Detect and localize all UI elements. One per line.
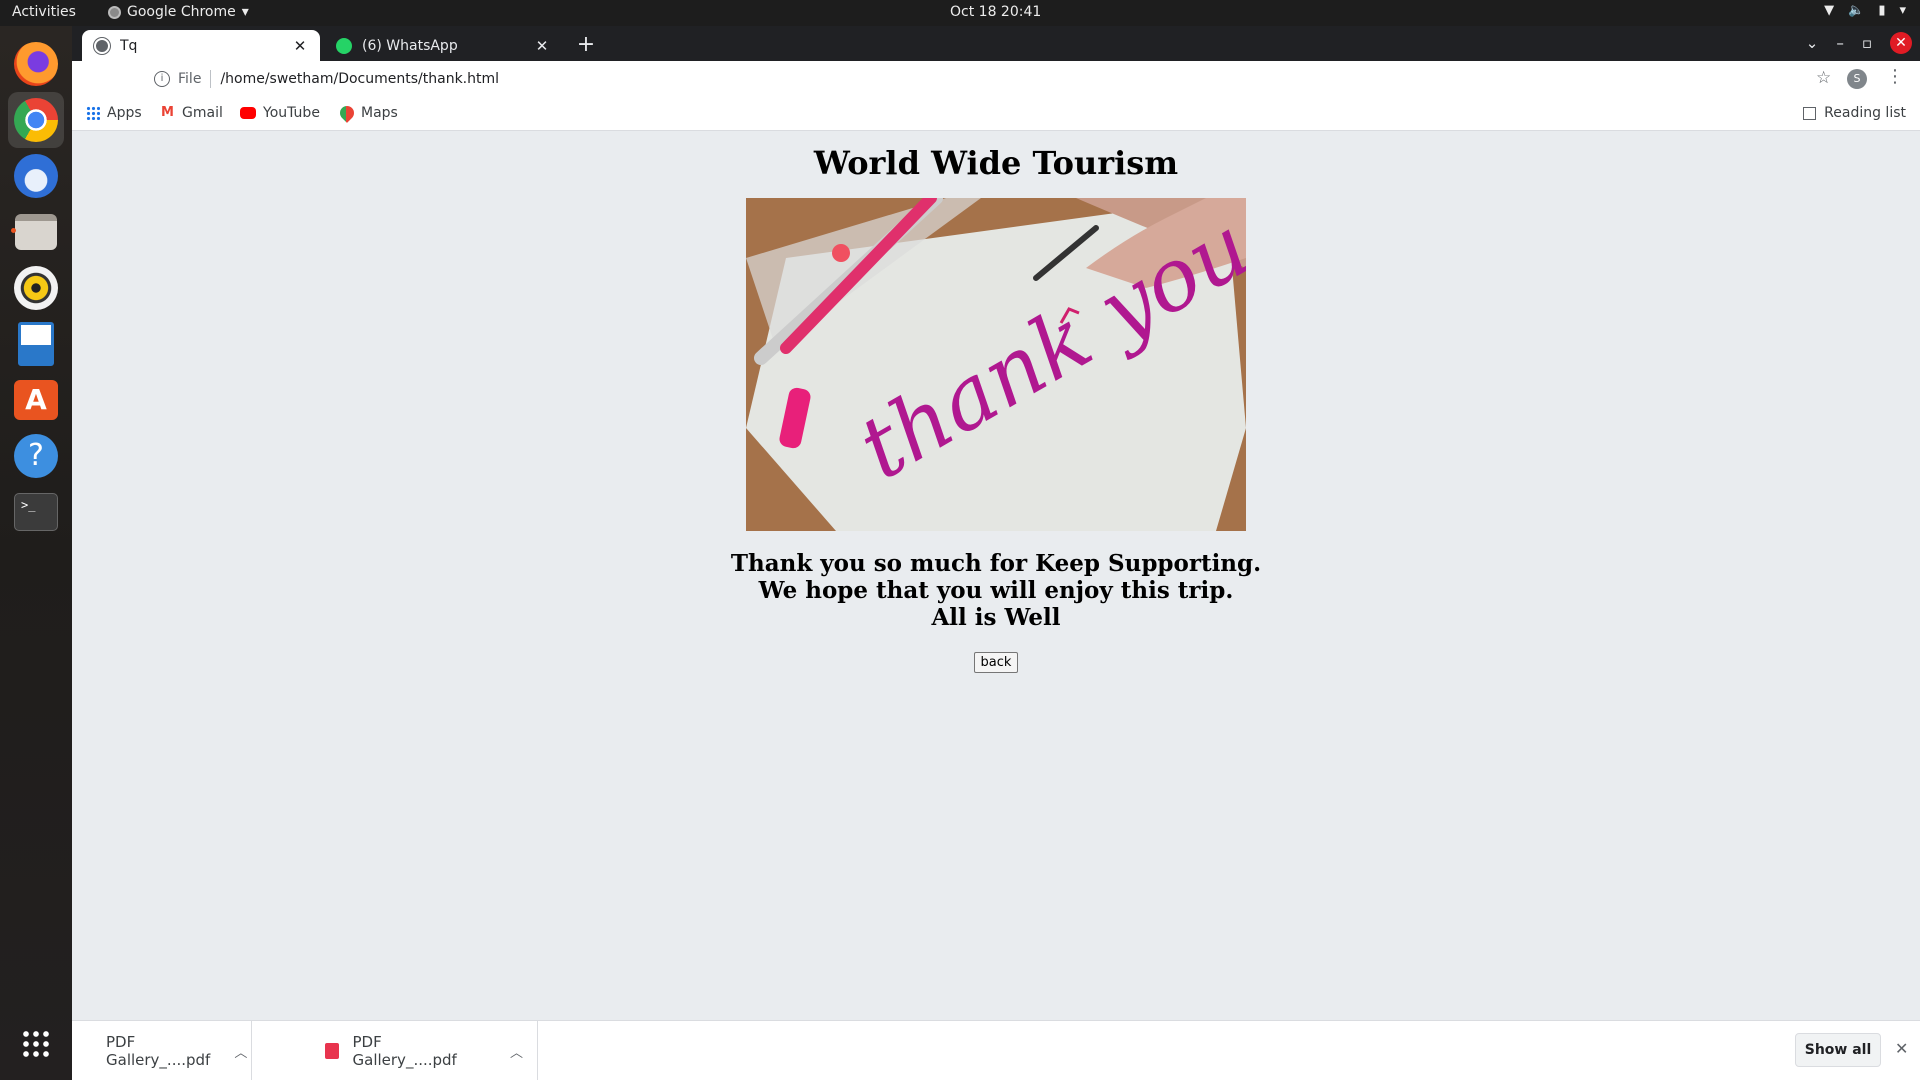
reading-list[interactable]: Reading list [1803,105,1906,121]
bookmark-gmail[interactable]: M Gmail [161,105,223,121]
download-item[interactable]: PDF Gallery_....pdf ︿ [72,1021,252,1080]
help-icon: ? [14,434,58,478]
chrome-app-icon [108,5,121,19]
thank-you-message: Thank you so much for Keep Supporting. W… [72,550,1920,631]
activities-button[interactable]: Activities [12,4,76,20]
chevron-up-icon[interactable]: ︿ [510,1042,523,1061]
downloads-shelf: PDF Gallery_....pdf ︿ PDF Gallery_....pd… [72,1020,1920,1080]
pdf-file-icon [325,1043,339,1059]
download-filename: PDF Gallery_....pdf [352,1033,457,1069]
app-grid-icon [21,1029,51,1059]
web-page: World Wide Tourism thank you Thank you s… [72,132,1920,1020]
divider [210,70,212,88]
reading-list-icon [1803,106,1817,120]
caret-down-icon: ▾ [241,4,249,20]
menu-kebab-icon[interactable]: ⋮ [1886,66,1904,87]
files-icon [15,214,57,250]
new-tab-button[interactable]: + [572,32,600,57]
show-all-button[interactable]: Show all [1795,1033,1881,1067]
tab-title: Tq [120,37,138,54]
app-menu[interactable]: Google Chrome ▾ [108,4,249,20]
tab-strip: Tq ✕ (6) WhatsApp ✕ + ⌄ – ▫ ✕ [72,26,1920,61]
tab-search-icon[interactable]: ⌄ [1806,34,1819,52]
dock-rhythmbox[interactable] [8,260,64,316]
dock-software[interactable]: A [8,372,64,428]
window-controls: ⌄ – ▫ ✕ [1806,32,1912,54]
system-top-bar: Activities Google Chrome ▾ Oct 18 20:41 … [0,0,1920,26]
dock-terminal[interactable]: >_ [8,484,64,540]
youtube-icon [240,107,256,119]
chrome-icon [14,98,58,142]
battery-icon: ▮ [1878,3,1886,18]
globe-icon [94,37,110,54]
firefox-icon [14,42,58,86]
message-line: We hope that you will enjoy this trip. [758,577,1234,604]
thank-you-image: thank you [746,198,1246,531]
profile-avatar[interactable]: S [1847,69,1867,89]
dock-chrome[interactable] [8,92,64,148]
bookmark-apps[interactable]: Apps [86,105,142,121]
reading-list-label: Reading list [1824,105,1906,121]
chevron-up-icon[interactable]: ︿ [234,1042,247,1061]
volume-icon: 🔈 [1848,3,1865,18]
dock-files[interactable] [8,204,64,260]
close-tab-icon[interactable]: ✕ [292,37,308,55]
maps-icon [337,103,357,123]
url-scheme: File [178,71,202,87]
dock-writer[interactable] [8,316,64,372]
tab-tq[interactable]: Tq ✕ [82,30,320,61]
close-window-icon[interactable]: ✕ [1890,32,1912,54]
tab-title: (6) WhatsApp [362,37,458,54]
chrome-window: Tq ✕ (6) WhatsApp ✕ + ⌄ – ▫ ✕ ← → ↻ i Fi… [72,26,1920,1080]
dock-help[interactable]: ? [8,428,64,484]
app-menu-label: Google Chrome [127,4,236,20]
download-filename: PDF Gallery_....pdf [106,1033,211,1069]
bookmark-label: Apps [107,105,142,121]
download-item[interactable]: PDF Gallery_....pdf ︿ [305,1021,538,1080]
rhythmbox-icon [14,266,58,310]
bookmark-label: YouTube [263,105,320,121]
info-icon[interactable]: i [154,71,170,87]
message-line: All is Well [931,604,1061,631]
message-line: Thank you so much for Keep Supporting. [730,550,1262,577]
bookmark-star-icon[interactable]: ☆ [1816,68,1831,88]
terminal-icon: >_ [14,493,58,531]
bookmark-label: Gmail [182,105,223,121]
close-tab-icon[interactable]: ✕ [534,37,550,55]
writer-icon [18,322,54,366]
system-tray[interactable]: ▼ 🔈 ▮ ▾ [1824,3,1906,18]
software-icon: A [14,380,58,420]
address-bar[interactable]: i File /home/swetham/Documents/thank.htm… [72,64,1802,94]
dock: A ? >_ [0,26,72,1080]
close-shelf-icon[interactable]: ✕ [1895,1039,1908,1058]
dock-firefox[interactable] [8,36,64,92]
bookmark-youtube[interactable]: YouTube [240,105,320,121]
back-button[interactable]: back [974,652,1018,673]
bookmarks-bar: Apps M Gmail YouTube Maps Reading list [72,97,1920,131]
tab-whatsapp[interactable]: (6) WhatsApp ✕ [324,30,562,61]
gmail-icon: M [161,105,174,120]
wifi-icon: ▼ [1824,3,1835,18]
chevron-down-icon: ▾ [1899,3,1906,18]
bookmark-maps[interactable]: Maps [337,103,398,123]
clock[interactable]: Oct 18 20:41 [950,4,1041,20]
bookmark-label: Maps [361,105,398,121]
minimize-icon[interactable]: – [1836,34,1844,52]
thunderbird-icon [14,154,58,198]
url-text[interactable]: /home/swetham/Documents/thank.html [220,71,499,87]
page-title: World Wide Tourism [813,144,1179,182]
dock-show-apps[interactable] [8,1016,64,1072]
apps-grid-icon [86,106,100,120]
whatsapp-icon [336,37,352,54]
running-indicator [11,228,16,233]
browser-toolbar: ← → ↻ i File /home/swetham/Documents/tha… [72,61,1920,97]
dock-thunderbird[interactable] [8,148,64,204]
restore-icon[interactable]: ▫ [1862,34,1872,52]
